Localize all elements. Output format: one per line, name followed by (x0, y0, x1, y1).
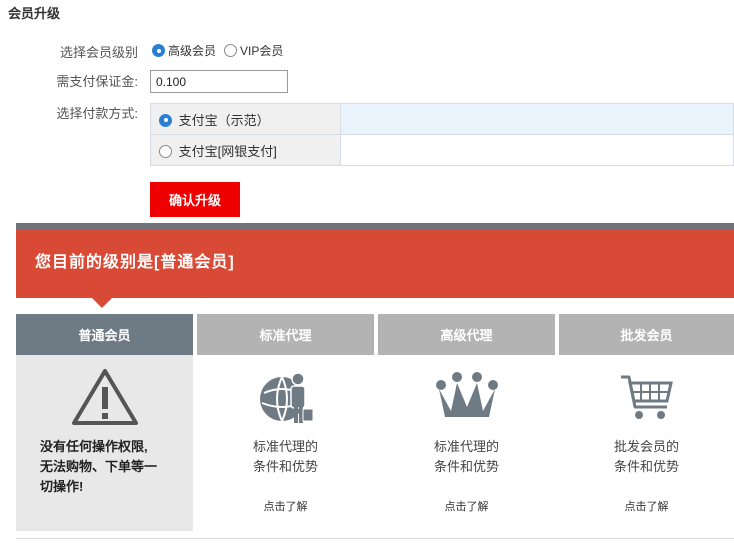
payment-option-row[interactable]: 支付宝[网银支付] (150, 134, 734, 166)
level-option-vip-label: VIP会员 (240, 44, 284, 58)
banner-pointer (92, 298, 112, 308)
member-level-label: 选择会员级别 (59, 45, 138, 60)
level-tabs: 普通会员 标准代理 高级代理 批发会员 (16, 314, 734, 355)
radio-alipay-bank[interactable] (159, 144, 172, 158)
globe-person-icon (256, 367, 316, 432)
shopping-cart-icon (617, 367, 677, 432)
tab-wholesale-member[interactable]: 批发会员 (559, 314, 734, 355)
current-level-text: 您目前的级别是[普通会员] (35, 254, 235, 271)
payment-option-row[interactable]: 支付宝（示范） (150, 103, 734, 135)
learn-more-link-wholesale[interactable]: 点击了解 (559, 498, 734, 514)
warning-icon (70, 367, 140, 432)
senior-agent-benefits-text: 标准代理的 条件和优势 (433, 439, 499, 474)
level-option-vip[interactable]: VIP会员 (224, 42, 283, 59)
tab-standard-agent[interactable]: 标准代理 (197, 314, 374, 355)
deposit-input[interactable] (150, 70, 288, 93)
panel-senior-agent: 标准代理的 条件和优势 点击了解 (378, 355, 555, 531)
payment-option-alipay-bank: 支付宝[网银支付] (178, 143, 277, 159)
level-option-senior[interactable]: 高级会员 (152, 42, 216, 59)
learn-more-link-senior[interactable]: 点击了解 (378, 498, 555, 514)
page-title: 会员升级 (8, 6, 61, 21)
confirm-upgrade-button[interactable]: 确认升级 (150, 182, 240, 217)
tab-senior-agent[interactable]: 高级代理 (378, 314, 555, 355)
tab-normal-member[interactable]: 普通会员 (16, 314, 193, 355)
panel-standard-agent: 标准代理的 条件和优势 点击了解 (197, 355, 374, 531)
bottom-divider (16, 538, 734, 539)
standard-agent-benefits-text: 标准代理的 条件和优势 (252, 439, 318, 474)
no-permission-text: 没有任何操作权限, 无法购物、下单等一 切操作! (40, 439, 158, 494)
wholesale-benefits-text: 批发会员的 条件和优势 (613, 439, 679, 474)
radio-senior-member[interactable] (152, 44, 165, 57)
panel-normal-member: 没有任何操作权限, 无法购物、下单等一 切操作! (16, 355, 193, 531)
payment-option-alipay-demo: 支付宝（示范） (178, 112, 270, 128)
deposit-label: 需支付保证金: (56, 74, 138, 89)
crown-icon (435, 367, 499, 432)
level-panels: 没有任何操作权限, 无法购物、下单等一 切操作! 标准代理的 条件和优势 点击了… (16, 355, 734, 531)
panel-wholesale-member: 批发会员的 条件和优势 点击了解 (559, 355, 734, 531)
payment-method-table: 支付宝（示范） 支付宝[网银支付] (150, 103, 734, 166)
radio-vip-member[interactable] (224, 44, 238, 57)
member-level-options: 高级会员 VIP会员 (152, 42, 283, 59)
learn-more-link-standard[interactable]: 点击了解 (197, 498, 374, 514)
payment-method-label: 选择付款方式: (56, 106, 138, 121)
radio-alipay-demo[interactable] (159, 113, 172, 127)
level-option-senior-label: 高级会员 (168, 44, 217, 58)
current-level-banner: 您目前的级别是[普通会员] (16, 229, 734, 308)
